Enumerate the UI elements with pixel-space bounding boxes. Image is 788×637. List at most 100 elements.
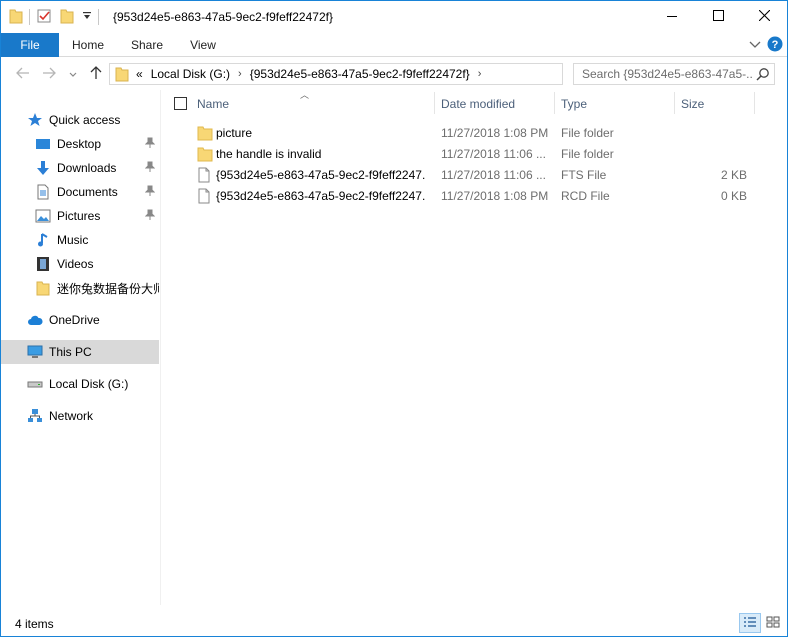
nav-label: Pictures bbox=[57, 209, 101, 223]
ribbon-tabs: File Home Share View ? bbox=[1, 33, 787, 57]
nav-this-pc[interactable]: This PC bbox=[1, 340, 159, 364]
network-icon bbox=[27, 408, 43, 424]
details-view-button[interactable] bbox=[739, 613, 761, 633]
folder-icon bbox=[197, 125, 213, 141]
file-name[interactable]: the handle is invalid bbox=[216, 144, 426, 165]
nav-label: 迷你兔数据备份大师 bbox=[57, 281, 159, 296]
file-date: 11/27/2018 11:06 ... bbox=[441, 168, 546, 182]
minimize-button[interactable] bbox=[649, 1, 695, 33]
table-row[interactable]: picture 11/27/2018 1:08 PM File folder bbox=[162, 123, 787, 144]
file-size bbox=[681, 123, 747, 144]
address-bar[interactable]: « Local Disk (G:) › {953d24e5-e863-47a5-… bbox=[109, 63, 664, 85]
recent-locations-button[interactable] bbox=[63, 64, 83, 84]
nav-videos[interactable]: Videos bbox=[1, 252, 159, 276]
nav-network[interactable]: Network bbox=[1, 404, 159, 428]
table-row[interactable]: {953d24e5-e863-47a5-9ec2-f9feff2247... 1… bbox=[162, 186, 787, 207]
file-name[interactable]: picture bbox=[216, 123, 426, 144]
arrow-right-icon bbox=[42, 67, 56, 82]
tab-file[interactable]: File bbox=[1, 33, 59, 57]
cloud-icon bbox=[27, 312, 43, 328]
breadcrumb: « Local Disk (G:) › {953d24e5-e863-47a5-… bbox=[136, 64, 489, 84]
back-button[interactable] bbox=[13, 64, 33, 84]
folder-icon bbox=[35, 280, 51, 296]
pin-icon[interactable] bbox=[144, 185, 156, 200]
forward-button[interactable] bbox=[39, 64, 59, 84]
nav-downloads[interactable]: Downloads bbox=[1, 156, 159, 180]
file-size bbox=[681, 144, 747, 165]
table-row[interactable]: {953d24e5-e863-47a5-9ec2-f9feff2247... 1… bbox=[162, 165, 787, 186]
column-size[interactable]: Size bbox=[677, 90, 752, 116]
explorer-window: {953d24e5-e863-47a5-9ec2-f9feff22472f} F… bbox=[0, 0, 788, 637]
chevron-right-icon[interactable]: › bbox=[238, 68, 242, 80]
address-row: « Local Disk (G:) › {953d24e5-e863-47a5-… bbox=[1, 58, 787, 90]
star-icon bbox=[27, 112, 43, 128]
arrow-up-icon bbox=[90, 65, 102, 83]
breadcrumb-overflow[interactable]: « bbox=[136, 67, 143, 81]
column-name[interactable]: Name bbox=[193, 90, 433, 116]
table-row[interactable]: the handle is invalid 11/27/2018 11:06 .… bbox=[162, 144, 787, 165]
tab-share[interactable]: Share bbox=[123, 33, 171, 57]
film-icon bbox=[35, 256, 51, 272]
folder-icon bbox=[9, 8, 23, 27]
computer-icon bbox=[27, 344, 43, 360]
large-icons-view-button[interactable] bbox=[762, 613, 784, 633]
expand-ribbon-button[interactable] bbox=[749, 36, 761, 54]
pin-icon[interactable] bbox=[144, 209, 156, 224]
nav-local-disk-g[interactable]: Local Disk (G:) bbox=[1, 372, 159, 396]
tab-home[interactable]: Home bbox=[63, 33, 113, 57]
tab-view[interactable]: View bbox=[181, 33, 225, 57]
properties-icon[interactable] bbox=[36, 8, 52, 27]
file-type: RCD File bbox=[561, 189, 610, 203]
nav-folder-chinese[interactable]: 迷你兔数据备份大师 bbox=[1, 276, 159, 300]
file-name[interactable]: {953d24e5-e863-47a5-9ec2-f9feff2247... bbox=[216, 165, 426, 186]
search-icon[interactable] bbox=[756, 67, 770, 84]
nav-pictures[interactable]: Pictures bbox=[1, 204, 159, 228]
nav-quick-access[interactable]: Quick access bbox=[1, 108, 159, 132]
nav-label: This PC bbox=[49, 345, 92, 359]
select-all-checkbox[interactable] bbox=[174, 97, 187, 110]
column-type[interactable]: Type bbox=[557, 90, 672, 116]
nav-label: Downloads bbox=[57, 161, 117, 175]
file-date: 11/27/2018 1:08 PM bbox=[441, 189, 549, 203]
svg-text:?: ? bbox=[772, 39, 779, 51]
file-size: 2 KB bbox=[720, 168, 747, 182]
nav-documents[interactable]: Documents bbox=[1, 180, 159, 204]
file-name[interactable]: {953d24e5-e863-47a5-9ec2-f9feff2247... bbox=[216, 186, 426, 207]
customize-qat-dropdown-icon[interactable] bbox=[82, 10, 92, 24]
documents-icon bbox=[35, 184, 51, 200]
nav-label: Videos bbox=[57, 257, 94, 271]
maximize-button[interactable] bbox=[695, 1, 741, 33]
new-folder-icon[interactable] bbox=[60, 8, 74, 27]
help-button[interactable]: ? bbox=[767, 36, 783, 54]
nav-label: Desktop bbox=[57, 137, 102, 151]
chevron-down-icon bbox=[749, 38, 761, 52]
folder-icon bbox=[115, 66, 129, 85]
nav-label: Documents bbox=[57, 185, 118, 199]
file-size: 0 KB bbox=[720, 189, 747, 203]
large-icons-view-icon bbox=[766, 616, 780, 631]
nav-label: OneDrive bbox=[49, 313, 100, 327]
quick-access-toolbar bbox=[9, 8, 105, 26]
nav-onedrive[interactable]: OneDrive bbox=[1, 308, 159, 332]
music-note-icon bbox=[35, 232, 51, 248]
close-icon bbox=[758, 9, 770, 24]
breadcrumb-current-folder[interactable]: {953d24e5-e863-47a5-9ec2-f9feff22472f} bbox=[250, 67, 470, 81]
column-date-modified[interactable]: Date modified bbox=[437, 90, 552, 116]
details-view-icon bbox=[743, 616, 757, 631]
up-button[interactable] bbox=[86, 64, 106, 84]
file-date: 11/27/2018 1:08 PM bbox=[441, 126, 549, 140]
close-button[interactable] bbox=[741, 1, 787, 33]
arrow-left-icon bbox=[16, 67, 30, 82]
pin-icon[interactable] bbox=[144, 161, 156, 176]
nav-music[interactable]: Music bbox=[1, 228, 159, 252]
nav-label: Quick access bbox=[49, 113, 121, 127]
pin-icon[interactable] bbox=[144, 137, 156, 152]
file-date: 11/27/2018 11:06 ... bbox=[441, 147, 546, 161]
file-list: ︿ Name Date modified Type Size picture 1… bbox=[162, 90, 787, 605]
nav-desktop[interactable]: Desktop bbox=[1, 132, 159, 156]
chevron-right-icon[interactable]: › bbox=[478, 68, 482, 80]
nav-label: Local Disk (G:) bbox=[49, 377, 129, 391]
breadcrumb-local-disk[interactable]: Local Disk (G:) bbox=[151, 67, 230, 81]
item-count: 4 items bbox=[15, 617, 54, 631]
search-input[interactable]: Search {953d24e5-e863-47a5-... bbox=[573, 63, 775, 85]
